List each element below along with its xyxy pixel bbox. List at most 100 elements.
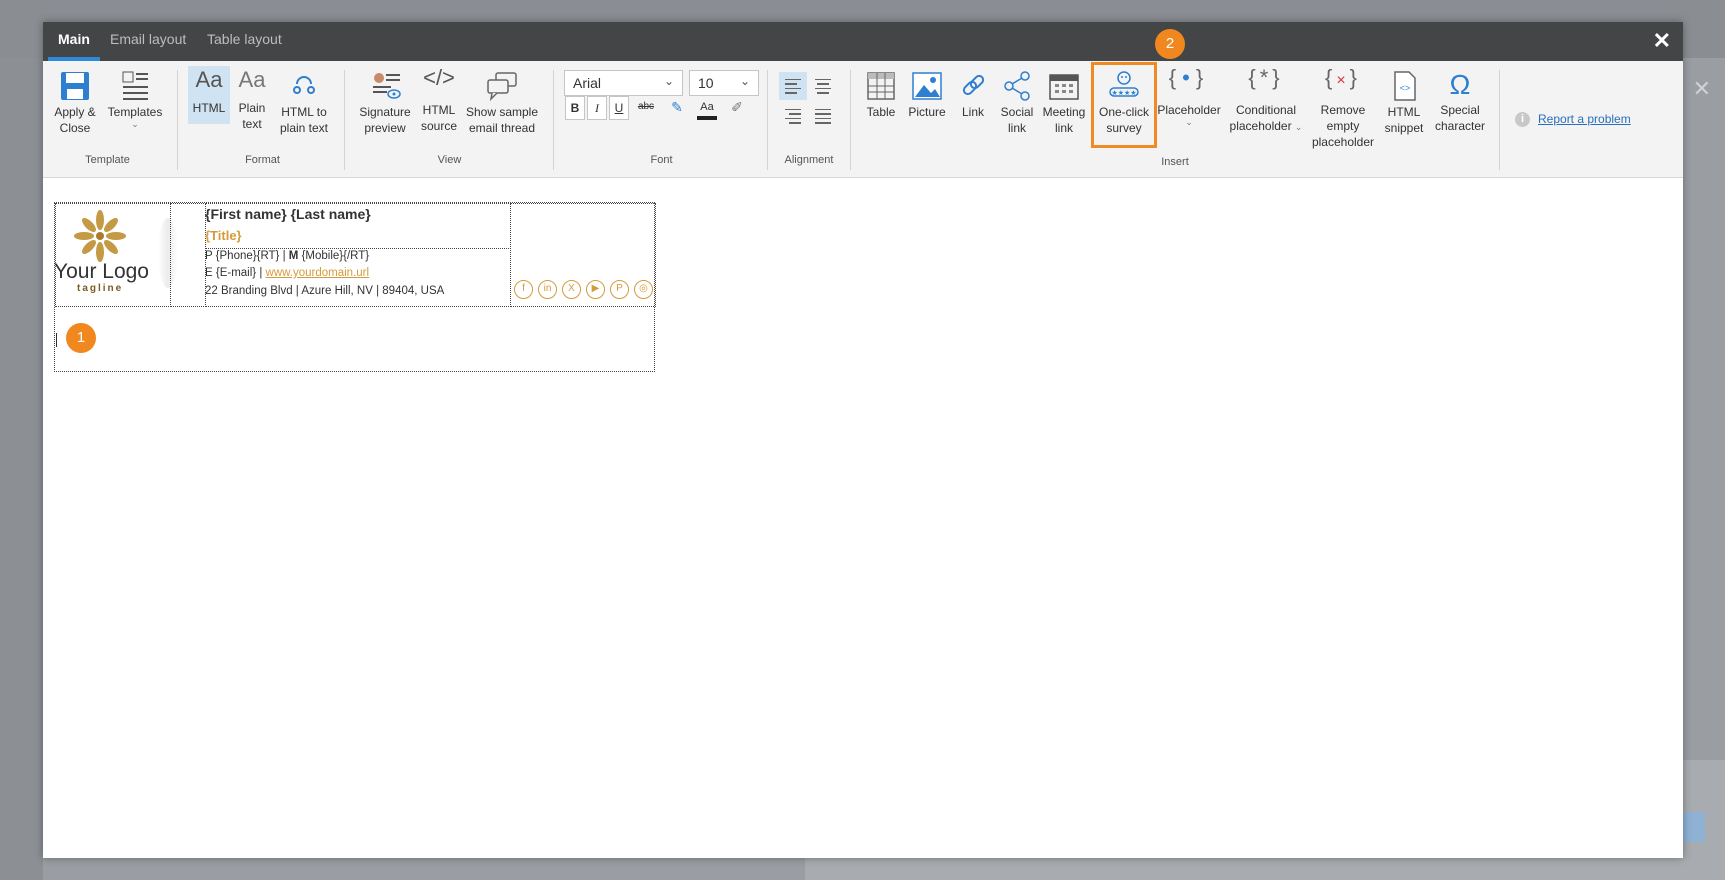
meeting-link-label-2: link [1054,121,1073,135]
group-label-format: Format [245,154,280,166]
html-label: HTML [192,101,226,115]
font-family-select[interactable]: Arial ⌄ [564,70,683,96]
instagram-icon[interactable]: ◎ [634,280,653,299]
share-icon [1004,71,1030,101]
ribbon-divider [553,70,554,170]
signature-email-line: E {E-mail} | www.yourdomain.url [205,267,369,279]
show-thread-label-1: Show sample [465,105,539,119]
html-snippet-label-1: HTML [1387,105,1421,119]
youtube-icon[interactable]: ▶ [586,280,605,299]
social-link-label-1: Social [1000,105,1034,119]
align-right-button[interactable] [779,102,807,130]
ribbon-divider [767,70,768,170]
templates-icon [122,71,148,100]
chevron-down-icon: ⌄ [1294,122,1303,132]
insert-html-snippet-button[interactable]: <> HTML snippet [1381,70,1427,136]
mobile-value: {Mobile}{/RT} [298,250,370,262]
placeholder-icon: {•} [1168,65,1210,90]
signature-editor-dialog: Main Email layout Table layout ✕ [43,22,1683,858]
insert-meeting-link-button[interactable]: Meeting link [1041,70,1087,136]
tab-main[interactable]: Main [48,22,100,61]
plain-text-button[interactable]: Aa Plain text [232,69,272,132]
remove-empty-placeholder-button[interactable]: {×} Remove empty placeholder [1309,65,1377,150]
svg-text:<>: <> [1400,83,1411,93]
table-icon [867,72,895,100]
html-source-label-1: HTML [422,103,456,117]
phone-value: {Phone}{RT} | [212,250,289,262]
info-icon: i [1515,112,1530,127]
chat-bubbles-icon [487,72,517,102]
linkedin-icon[interactable]: in [538,280,557,299]
remove-label-2: empty [1326,119,1360,133]
background-sidebar [0,58,43,880]
html-to-plain-button[interactable]: HTML to plain text [276,70,332,136]
plain-label-1: Plain [238,101,266,115]
placeholder-label: Placeholder [1157,103,1221,117]
italic-button[interactable]: I [587,96,607,120]
close-icon[interactable]: ✕ [1653,28,1671,54]
insert-conditional-placeholder-button[interactable]: {*} Conditional placeholder ⌄ [1228,67,1304,135]
x-icon[interactable]: X [562,280,581,299]
sig-preview-label-2: preview [364,121,406,135]
conditional-label-2: placeholder [1229,119,1292,133]
chevron-down-icon: ⌄ [663,74,674,88]
chevron-down-icon: ⌄ [131,119,139,129]
underline-button[interactable]: U [609,96,629,120]
align-center-button[interactable] [809,72,837,100]
plain-label-2: text [242,117,262,131]
insert-special-character-button[interactable]: Ω Special character [1432,70,1488,134]
group-label-insert: Insert [1161,156,1189,168]
mobile-label: M [288,250,299,262]
ribbon-divider [344,70,345,170]
link-label: Link [961,105,984,119]
html-source-button[interactable]: </> HTML source [418,67,460,134]
html-source-label-2: source [420,119,458,133]
font-size-select[interactable]: 10 ⌄ [689,70,759,96]
signature-preview-icon [373,73,401,99]
pinterest-icon[interactable]: P [610,280,629,299]
highlight-pen-icon[interactable]: ✐ [726,96,748,120]
remove-placeholder-icon: {×} [1324,65,1362,90]
align-justify-button[interactable] [809,102,837,130]
font-family-value: Arial [573,75,602,91]
save-icon [61,72,89,100]
signature-name: {First name} {Last name} [205,206,371,222]
signature-phone-line: P {Phone}{RT} | M {Mobile}{/RT} [205,250,369,262]
clear-format-icon[interactable]: ✎ [666,96,688,120]
bold-button[interactable]: B [565,96,585,120]
insert-picture-button[interactable]: Picture [905,70,949,120]
html-format-button[interactable]: Aa HTML [188,66,230,124]
tab-email-layout[interactable]: Email layout [110,22,186,61]
apply-close-button[interactable]: Apply & Close [50,70,100,136]
insert-link-button[interactable]: Link [953,70,993,120]
insert-placeholder-button[interactable]: {•} Placeholder ⌄ [1156,65,1222,127]
insert-social-link-button[interactable]: Social link [996,70,1038,136]
show-email-thread-button[interactable]: Show sample email thread [464,70,540,136]
background-close-icon: ✕ [1692,76,1711,101]
website-link[interactable]: www.yourdomain.url [266,267,370,279]
group-label-font: Font [650,154,673,166]
signature-preview-button[interactable]: Signature preview [357,70,413,136]
meeting-link-label-1: Meeting [1042,105,1086,119]
font-size-value: 10 [698,75,714,91]
font-color-button[interactable]: Aa [697,96,717,120]
tab-bar: Main Email layout Table layout ✕ [43,22,1683,61]
tab-table-layout[interactable]: Table layout [207,22,282,61]
ribbon-divider [850,70,851,170]
group-label-template: Template [85,154,130,166]
align-left-button[interactable] [779,72,807,100]
templates-button[interactable]: Templates ⌄ [106,70,164,129]
sig-preview-label-1: Signature [359,105,411,119]
strikethrough-button[interactable]: abc [635,96,657,120]
email-value: E {E-mail} | [205,267,266,279]
logo-flower-icon [74,210,126,262]
special-char-label-2: character [1434,119,1486,133]
insert-table-button[interactable]: Table [860,70,902,120]
picture-label: Picture [908,105,946,119]
facebook-icon[interactable]: f [514,280,533,299]
apply-close-label-1: Apply & [54,105,96,119]
html-snippet-label-2: snippet [1384,121,1424,135]
remove-label-1: Remove [1320,103,1366,117]
report-problem-link[interactable]: Report a problem [1538,112,1631,126]
html-to-plain-label-2: plain text [279,121,329,135]
